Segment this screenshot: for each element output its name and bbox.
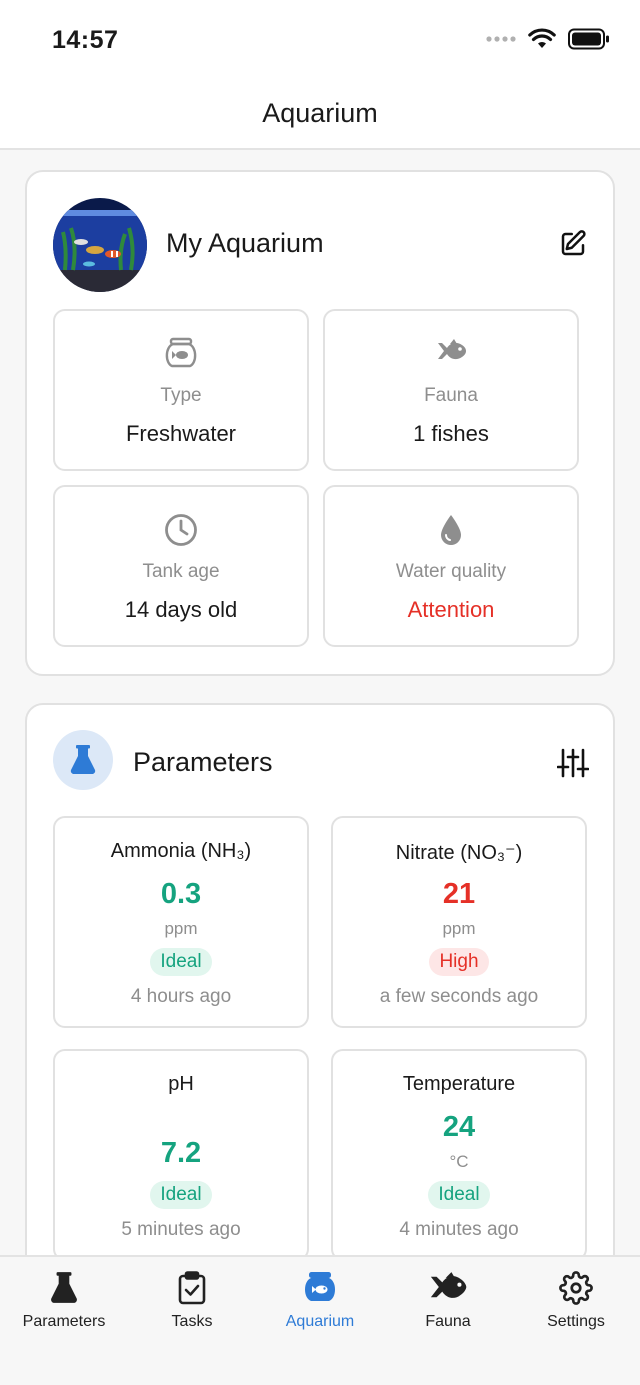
info-value: 14 days old	[124, 597, 238, 622]
info-tile-fauna[interactable]: Fauna 1 fishes	[323, 309, 579, 471]
parameters-card: Parameters Ammonia (NH₃) 0.3 ppm Ideal 4…	[25, 703, 615, 1255]
info-value: Attention	[407, 597, 495, 622]
edit-aquarium-button[interactable]	[555, 226, 591, 262]
status-badge: Ideal	[428, 1181, 490, 1209]
sliders-icon	[557, 748, 589, 778]
parameters-settings-button[interactable]	[555, 745, 591, 781]
fish-icon	[430, 1272, 467, 1298]
parameter-unit: °C	[449, 1152, 469, 1171]
flask-icon	[70, 745, 96, 775]
tab-settings[interactable]: Settings	[512, 1257, 640, 1347]
status-badge: Ideal	[150, 1181, 212, 1209]
info-tile-type[interactable]: Type Freshwater	[53, 309, 309, 471]
wifi-icon	[528, 28, 556, 48]
page-title: Aquarium	[262, 98, 378, 128]
status-badge: Ideal	[150, 948, 212, 976]
tab-label: Parameters	[22, 1313, 106, 1330]
info-tile-water-quality[interactable]: Water quality Attention	[323, 485, 579, 647]
status-time: 14:57	[52, 26, 119, 54]
parameter-updated: a few seconds ago	[379, 986, 539, 1007]
info-value: 1 fishes	[413, 421, 489, 446]
info-tile-tank-age[interactable]: Tank age 14 days old	[53, 485, 309, 647]
status-icons	[486, 28, 610, 50]
clipboard-check-icon	[178, 1271, 206, 1305]
tab-label: Fauna	[425, 1313, 471, 1330]
parameter-unit: ppm	[164, 919, 198, 938]
aquarium-photo[interactable]	[53, 198, 147, 292]
flask-icon	[51, 1272, 77, 1303]
parameter-tile-nitrate[interactable]: Nitrate (NO₃⁻) 21 ppm High a few seconds…	[331, 816, 587, 1028]
parameter-value: 24	[442, 1111, 476, 1143]
info-label: Tank age	[142, 561, 220, 582]
parameter-updated: 4 minutes ago	[399, 1219, 519, 1240]
parameter-name: Nitrate (NO₃⁻)	[395, 842, 523, 864]
navigation-bar: Aquarium	[0, 84, 640, 150]
tab-label: Settings	[547, 1313, 605, 1330]
parameter-unit: ppm	[442, 919, 476, 938]
parameter-updated: 5 minutes ago	[121, 1219, 241, 1240]
parameter-updated: 4 hours ago	[130, 986, 232, 1007]
info-label: Water quality	[395, 561, 507, 582]
gear-icon	[559, 1271, 593, 1305]
parameters-title: Parameters	[133, 747, 273, 777]
tab-tasks[interactable]: Tasks	[128, 1257, 256, 1347]
content-scroll[interactable]: My Aquarium Type Freshwater Fauna 1 fish…	[0, 150, 640, 1255]
status-bar: 14:57	[0, 0, 640, 84]
battery-icon	[568, 28, 609, 50]
fish-icon	[438, 339, 466, 360]
edit-icon	[561, 230, 586, 256]
water-drop-icon	[441, 515, 461, 545]
parameter-tile-ph[interactable]: pH 7.2 Ideal 5 minutes ago	[53, 1049, 309, 1255]
tab-fauna[interactable]: Fauna	[384, 1257, 512, 1347]
aquarium-card: My Aquarium Type Freshwater Fauna 1 fish…	[25, 170, 615, 676]
fishbowl-icon	[165, 337, 197, 368]
info-label: Type	[160, 385, 202, 406]
fishbowl-icon	[305, 1272, 335, 1301]
clock-icon	[165, 514, 197, 546]
parameter-name: Temperature	[402, 1073, 516, 1095]
tab-label: Tasks	[171, 1313, 213, 1330]
parameter-value: 7.2	[160, 1137, 202, 1169]
parameter-tile-temperature[interactable]: Temperature 24 °C Ideal 4 minutes ago	[331, 1049, 587, 1255]
tab-aquarium[interactable]: Aquarium	[256, 1257, 384, 1347]
parameter-name: Ammonia (NH₃)	[110, 840, 252, 862]
parameter-tile-ammonia[interactable]: Ammonia (NH₃) 0.3 ppm Ideal 4 hours ago	[53, 816, 309, 1028]
aquarium-name: My Aquarium	[166, 228, 324, 258]
tab-parameters[interactable]: Parameters	[0, 1257, 128, 1347]
info-label: Fauna	[424, 385, 478, 406]
info-value: Freshwater	[125, 421, 237, 446]
parameter-name: pH	[168, 1073, 194, 1095]
parameters-header-icon	[53, 730, 113, 790]
parameter-value: 0.3	[160, 878, 202, 910]
status-badge: High	[429, 948, 489, 976]
tab-label: Aquarium	[285, 1313, 355, 1330]
signal-icon	[486, 36, 516, 42]
parameter-value: 21	[442, 878, 476, 910]
tab-bar: Parameters Tasks Aquarium Fauna Settings	[0, 1255, 640, 1385]
